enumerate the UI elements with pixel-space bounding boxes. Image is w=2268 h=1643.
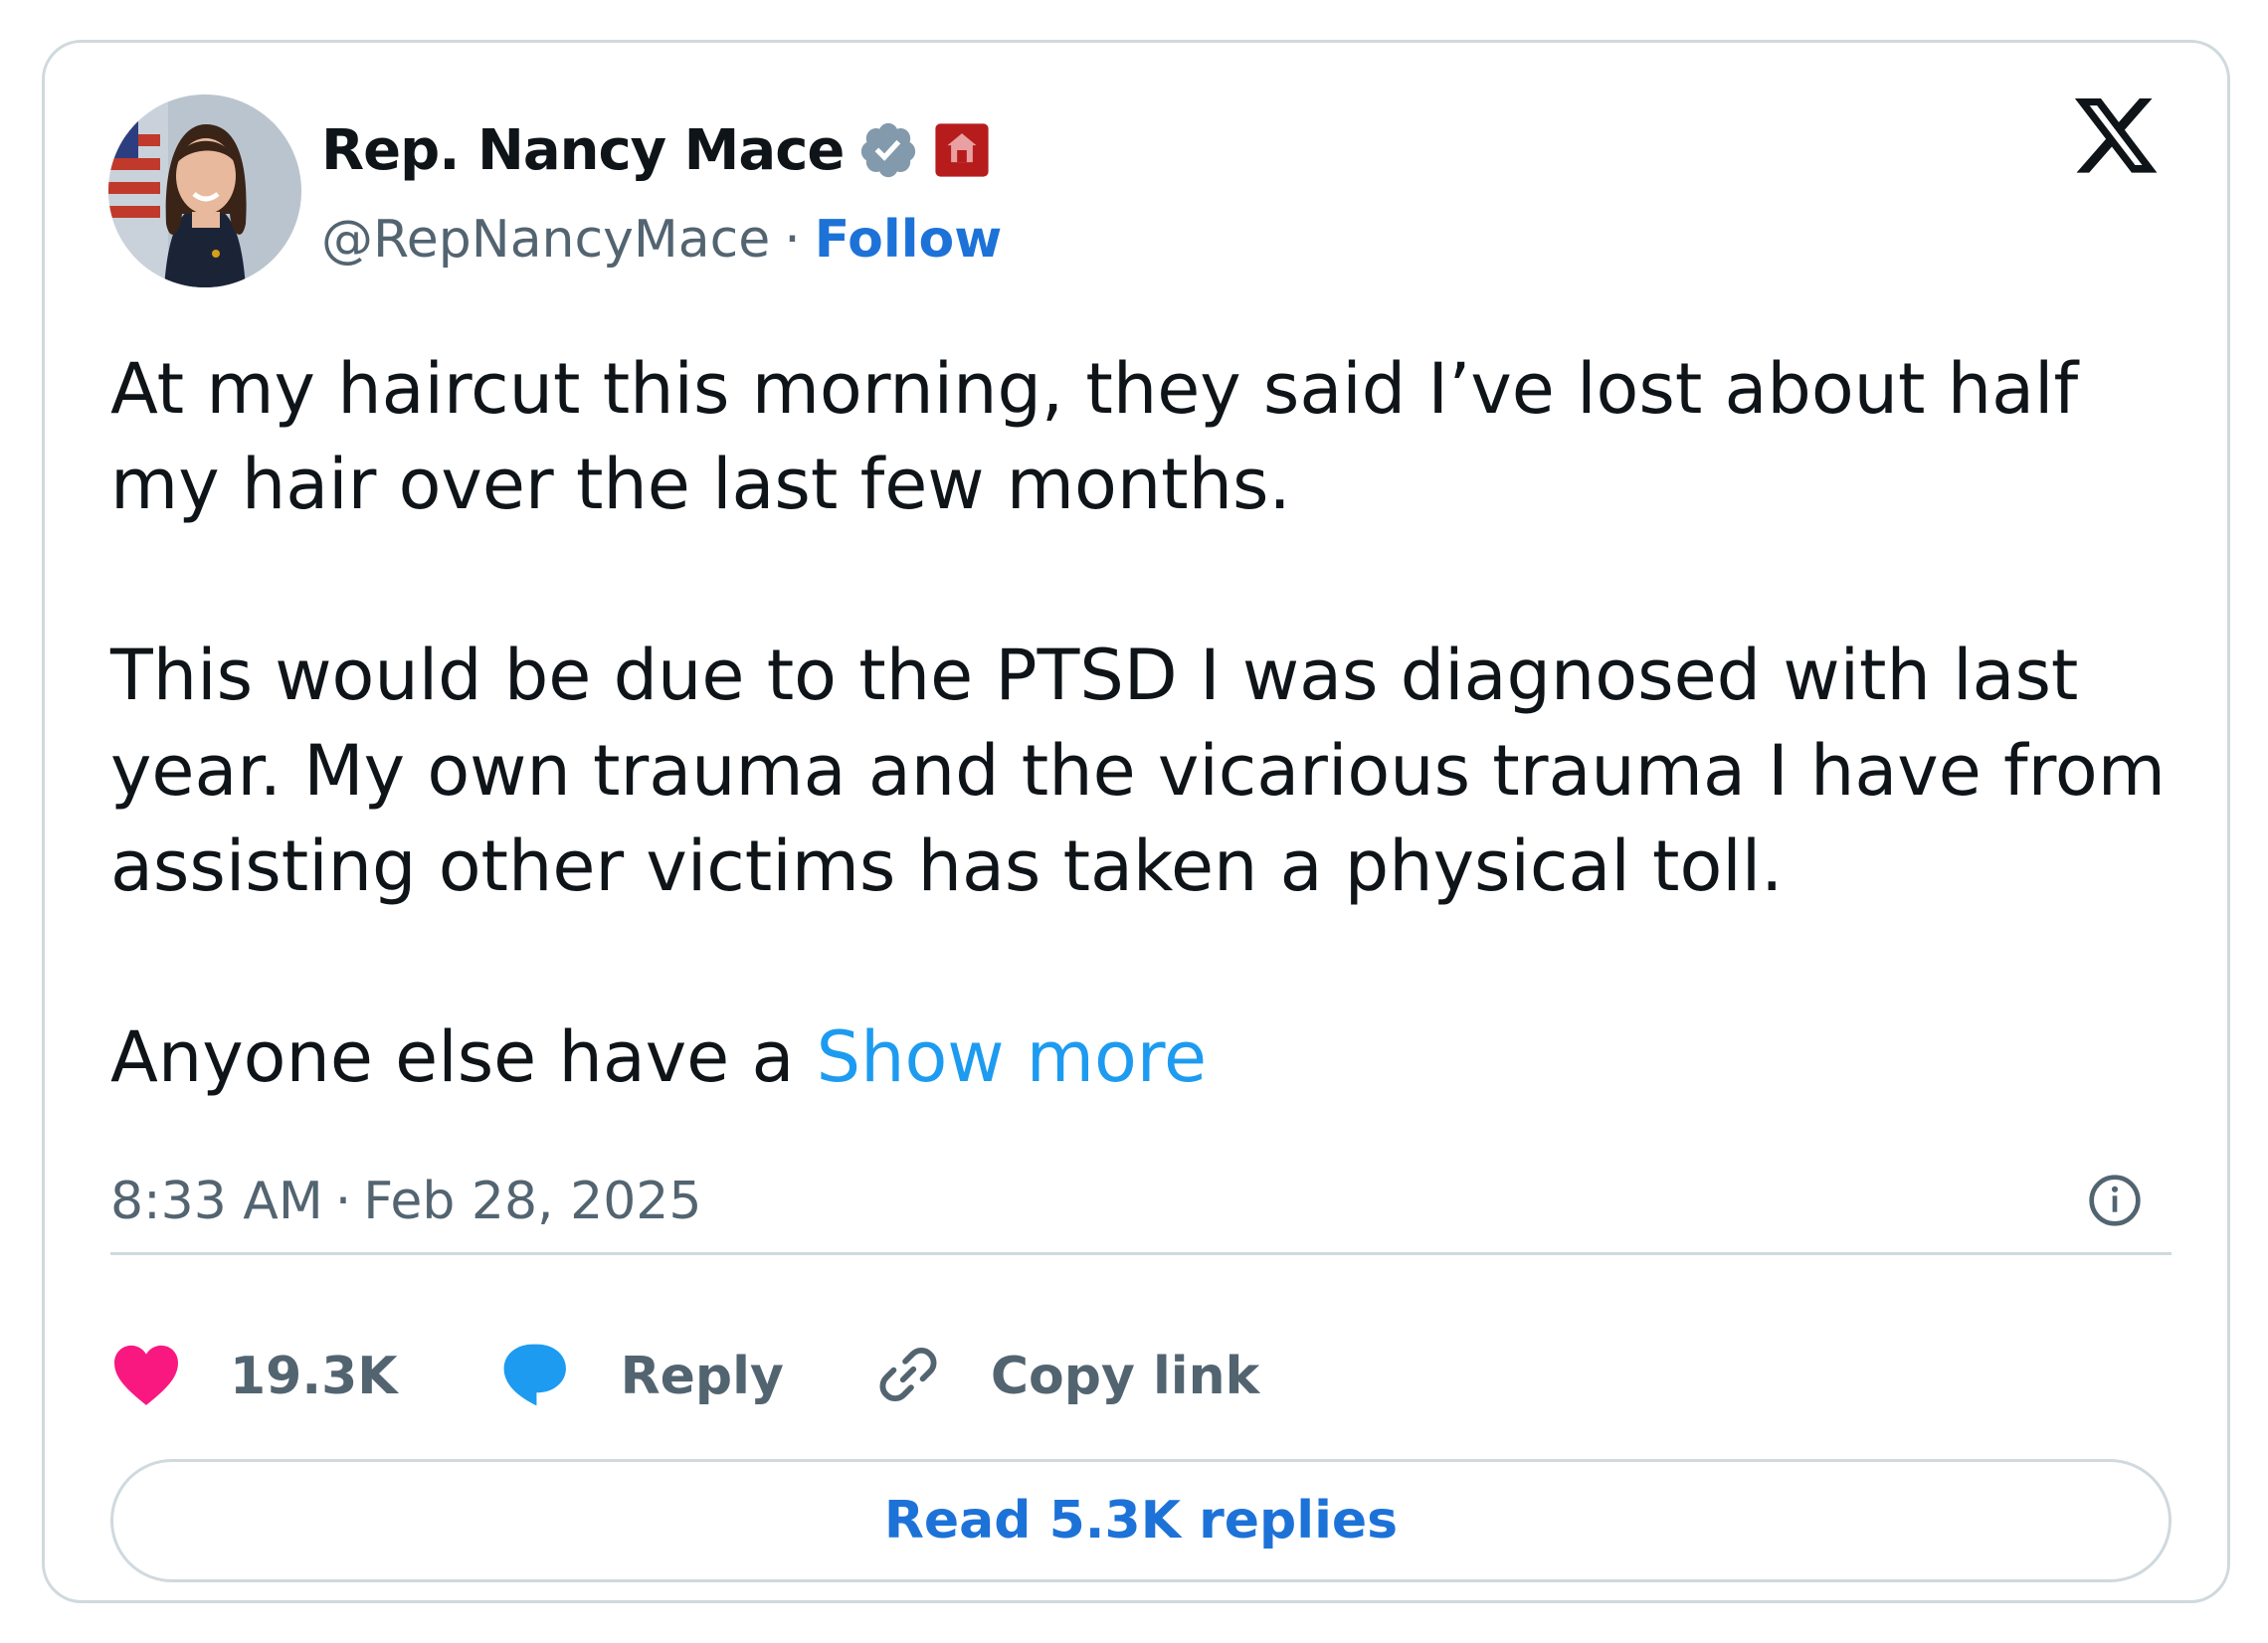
tweet-paragraph-2: This would be due to the PTSD I was diag… (110, 635, 2166, 907)
reply-label: Reply (620, 1347, 784, 1406)
tweet-paragraph-3: Anyone else have a Show more (110, 1009, 2179, 1105)
x-logo-icon[interactable] (2070, 98, 2162, 190)
show-more-link[interactable]: Show more (817, 1016, 1207, 1098)
separator: · (784, 210, 801, 270)
tweet-date: Feb 28, 2025 (363, 1172, 702, 1231)
handle-row: @RepNancyMace · Follow (321, 200, 1002, 279)
reply-bubble-icon (497, 1340, 571, 1413)
tweet-time: 8:33 AM (110, 1172, 323, 1231)
copy-link-label: Copy link (990, 1347, 1260, 1406)
house-affiliate-badge-icon[interactable] (933, 121, 991, 179)
follow-button[interactable]: Follow (815, 210, 1003, 270)
reply-button[interactable]: Reply (497, 1340, 784, 1413)
separator: · (334, 1172, 352, 1231)
name-row: Rep. Nancy Mace (321, 110, 991, 190)
like-count: 19.3K (230, 1347, 398, 1406)
display-name[interactable]: Rep. Nancy Mace (321, 118, 845, 183)
info-icon[interactable] (2087, 1173, 2143, 1232)
tweet-card: Rep. Nancy Mace @RepNancyMace · Follow A… (42, 40, 2230, 1603)
timestamp-row[interactable]: 8:33 AM · Feb 28, 2025 (110, 1162, 701, 1241)
tweet-paragraph-3-text: Anyone else have a (110, 1016, 817, 1098)
handle[interactable]: @RepNancyMace (321, 210, 770, 270)
like-button[interactable]: 19.3K (110, 1343, 398, 1410)
avatar-image (108, 94, 301, 287)
divider (110, 1252, 2172, 1255)
action-bar: 19.3K Reply Copy link (110, 1332, 1259, 1421)
read-replies-button[interactable]: Read 5.3K replies (110, 1459, 2172, 1582)
avatar[interactable] (108, 94, 301, 287)
copy-link-button[interactable]: Copy link (873, 1340, 1259, 1413)
heart-icon (110, 1343, 182, 1410)
tweet-paragraph-1: At my haircut this morning, they said I’… (110, 348, 2079, 525)
tweet-text: At my haircut this morning, they said I’… (110, 341, 2179, 1105)
verified-badge-icon (857, 119, 919, 181)
link-icon (873, 1340, 943, 1413)
